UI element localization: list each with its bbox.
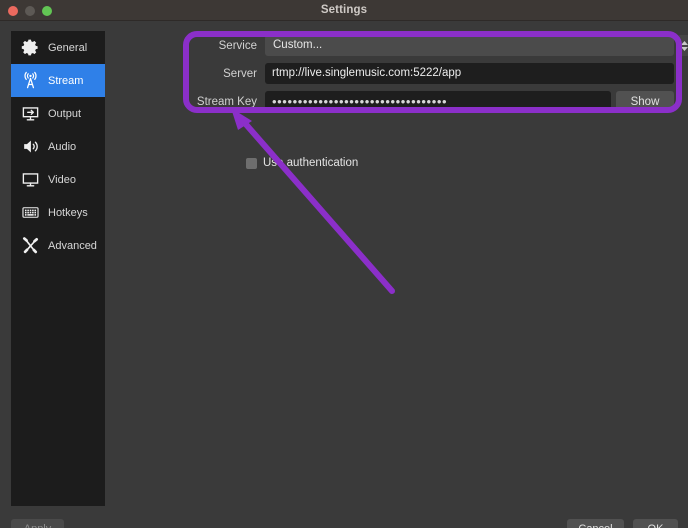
sidebar-item-advanced[interactable]: Advanced: [11, 229, 105, 262]
apply-button[interactable]: Apply: [11, 519, 64, 528]
sidebar-item-label: Stream: [48, 75, 83, 87]
server-label: Server: [191, 68, 265, 80]
sidebar-item-video[interactable]: Video: [11, 163, 105, 196]
dialog-buttons: Cancel OK: [567, 519, 678, 528]
server-input[interactable]: rtmp://live.singlemusic.com:5222/app: [265, 63, 674, 84]
sidebar-item-label: Advanced: [48, 240, 97, 252]
stream-settings-panel: Service Custom... Server rtmp://live.sin…: [105, 21, 688, 528]
sidebar-item-label: Output: [48, 108, 81, 120]
display-icon: [20, 169, 41, 190]
cancel-button[interactable]: Cancel: [567, 519, 624, 528]
stream-settings-fields: Service Custom... Server rtmp://live.sin…: [191, 35, 674, 119]
server-row: Server rtmp://live.singlemusic.com:5222/…: [191, 63, 674, 84]
gear-icon: [20, 37, 41, 58]
settings-body: General Stream: [0, 21, 688, 528]
stream-key-row: Stream Key •••••••••••••••••••••••••••••…: [191, 91, 674, 112]
service-label: Service: [191, 40, 265, 52]
stream-key-label: Stream Key: [191, 96, 265, 108]
sidebar-item-label: Audio: [48, 141, 76, 153]
use-authentication-row[interactable]: Use authentication: [246, 157, 358, 169]
use-authentication-checkbox[interactable]: [246, 158, 257, 169]
sidebar-item-label: General: [48, 42, 87, 54]
keyboard-icon: [20, 202, 41, 223]
service-row: Service Custom...: [191, 35, 674, 56]
service-select[interactable]: Custom...: [265, 35, 674, 56]
antenna-icon: [20, 70, 41, 91]
tools-icon: [20, 235, 41, 256]
sidebar-item-audio[interactable]: Audio: [11, 130, 105, 163]
show-stream-key-button[interactable]: Show: [616, 91, 674, 112]
window-titlebar: Settings: [0, 0, 688, 21]
service-value: Custom...: [265, 35, 322, 56]
sidebar-item-label: Hotkeys: [48, 207, 88, 219]
settings-window: Settings General: [0, 0, 688, 528]
ok-button[interactable]: OK: [633, 519, 678, 528]
window-title: Settings: [0, 0, 688, 21]
sidebar-item-general[interactable]: General: [11, 31, 105, 64]
use-authentication-label: Use authentication: [263, 157, 358, 169]
sidebar-item-output[interactable]: Output: [11, 97, 105, 130]
sidebar-item-stream[interactable]: Stream: [11, 64, 105, 97]
monitor-arrow-icon: [20, 103, 41, 124]
server-value: rtmp://live.singlemusic.com:5222/app: [265, 63, 461, 84]
stream-key-value: ••••••••••••••••••••••••••••••••••: [265, 93, 447, 111]
sidebar-item-label: Video: [48, 174, 76, 186]
up-down-stepper-icon[interactable]: [677, 35, 688, 56]
settings-sidebar: General Stream: [11, 31, 105, 506]
stream-key-input[interactable]: ••••••••••••••••••••••••••••••••••: [265, 91, 611, 112]
speaker-icon: [20, 136, 41, 157]
sidebar-item-hotkeys[interactable]: Hotkeys: [11, 196, 105, 229]
